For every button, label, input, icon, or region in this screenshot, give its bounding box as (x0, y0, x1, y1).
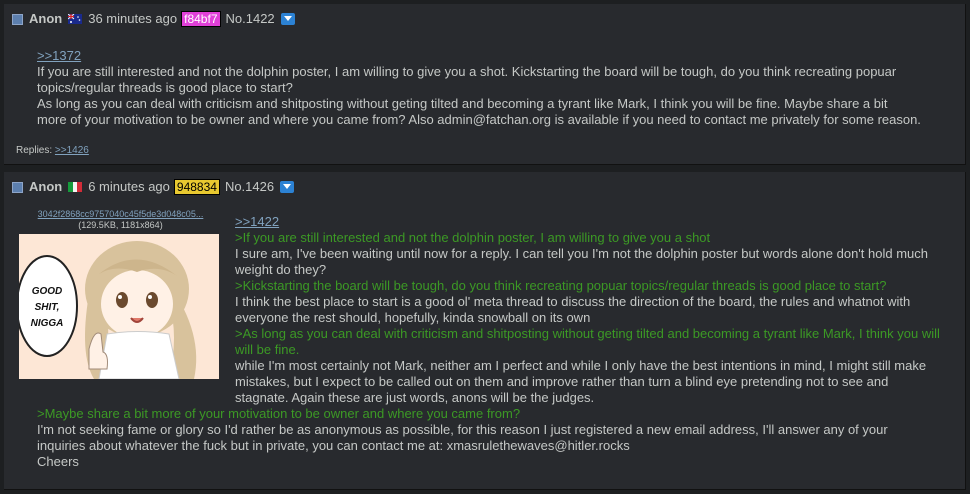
post-text-line: more of your motivation to be owner and … (37, 112, 921, 127)
speech-line: GOOD (32, 286, 63, 297)
post-number[interactable]: No.1426 (225, 179, 274, 195)
post-1422: Anon 36 minutes ago f84bf7 No.1422 >>137… (4, 4, 966, 165)
poster-id-badge[interactable]: 948834 (173, 179, 220, 195)
file-meta: (129.5KB, 1181x864) (78, 220, 163, 230)
post-text-line: I sure am, I've been waiting until now f… (235, 246, 928, 261)
replies-section: Replies: >>1426 (16, 145, 89, 157)
greentext-line: will be fine. (235, 342, 300, 357)
post-body-below-image: >Maybe share a bit more of your motivati… (37, 406, 957, 470)
post-text-line: weight do they? (235, 262, 327, 277)
quote-link[interactable]: >>1372 (37, 48, 81, 63)
greentext-line: >Kickstarting the board will be tough, d… (235, 278, 887, 293)
speech-line: NIGGA (31, 318, 64, 329)
quote-link[interactable]: >>1422 (235, 214, 279, 229)
post-1426: Anon 6 minutes ago 948834 No.1426 3042f2… (4, 172, 966, 490)
post-text-line: Cheers (37, 454, 79, 469)
post-text-line: I think the best place to start is a goo… (235, 294, 911, 309)
post-header: Anon 6 minutes ago 948834 No.1426 (12, 178, 295, 196)
greentext-line: >Maybe share a bit more of your motivati… (37, 406, 521, 421)
select-checkbox[interactable] (12, 13, 23, 25)
post-body-beside-image: >>1422 >If you are still interested and … (235, 214, 957, 406)
speech-line: SHIT, (35, 302, 60, 313)
post-text-line: while I'm most certainly not Mark, neith… (235, 358, 927, 373)
poster-name: Anon (29, 179, 63, 194)
australia-flag-icon (68, 14, 83, 24)
post-number[interactable]: No.1422 (226, 11, 275, 27)
replies-label: Replies: (16, 145, 53, 156)
post-body: >>1372 If you are still interested and n… (37, 48, 957, 128)
reply-link[interactable]: >>1426 (55, 145, 89, 156)
post-time: 36 minutes ago (88, 11, 178, 26)
post-text-line: inquiries about whatever the fuck but in… (37, 438, 630, 453)
greentext-line: >If you are still interested and not the… (235, 230, 711, 245)
post-menu-button[interactable] (280, 181, 295, 193)
post-text-line: mistakes, but I expect to be called out … (235, 374, 889, 389)
post-text-line: everyone the rest should, hopefully, kin… (235, 310, 591, 325)
post-menu-button[interactable] (280, 13, 295, 25)
post-time: 6 minutes ago (88, 179, 170, 194)
poster-id-badge[interactable]: f84bf7 (181, 11, 221, 27)
italy-flag-icon (68, 182, 83, 192)
poster-name: Anon (29, 11, 63, 26)
post-text-line: As long as you can deal with criticism a… (37, 96, 888, 111)
post-header: Anon 36 minutes ago f84bf7 No.1422 (12, 10, 295, 28)
select-checkbox[interactable] (12, 181, 23, 193)
post-text-line: If you are still interested and not the … (37, 64, 897, 79)
file-info: 3042f2868cc9757040c45f5de3d048c05... (12… (18, 209, 223, 231)
greentext-line: >As long as you can deal with criticism … (235, 326, 940, 341)
attachment-thumbnail[interactable]: GOOD SHIT, NIGGA (19, 234, 219, 379)
post-text-line: I'm not seeking fame or glory so I'd rat… (37, 422, 888, 437)
post-text-line: stagnate. Again these are just words, an… (235, 390, 595, 405)
file-name-link[interactable]: 3042f2868cc9757040c45f5de3d048c05... (18, 209, 223, 220)
post-text-line: topics/regular threads is good place to … (37, 80, 293, 95)
